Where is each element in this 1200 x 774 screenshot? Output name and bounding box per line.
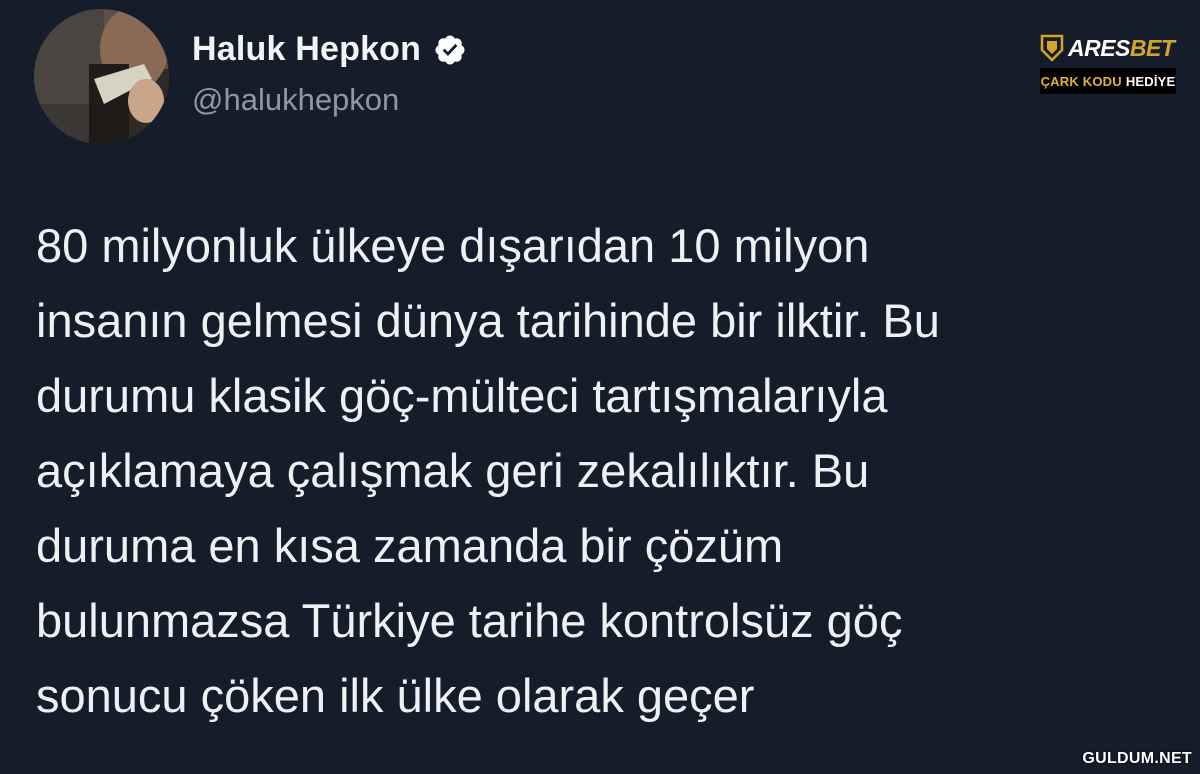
- author-display-name[interactable]: Haluk Hepkon: [192, 30, 421, 69]
- profile-avatar[interactable]: [34, 9, 169, 144]
- brand-name: ARESBET: [1068, 34, 1175, 62]
- brand-badge-part1: ÇARK KODU: [1040, 73, 1122, 89]
- tweet-text-line: insanın gelmesi dünya tarihinde bir ilkt…: [36, 294, 940, 347]
- avatar-photo: [34, 9, 169, 144]
- tweet-text-line: duruma en kısa zamanda bir çözüm: [36, 519, 784, 572]
- tweet-screenshot: Haluk Hepkon @halukhepkon ARESBET ÇARK K…: [0, 0, 1200, 774]
- brand-badge-part2: HEDİYE: [1125, 73, 1176, 89]
- verified-badge-icon: [433, 33, 467, 67]
- brand-wordmark: ARESBET: [1040, 33, 1180, 63]
- tweet-text-line: açıklamaya çalışmak geri zekalılıktır. B…: [36, 444, 870, 497]
- tweet-text-line: durumu klasik göç-mülteci tartışmalarıyl…: [36, 369, 888, 422]
- author-name-row: Haluk Hepkon: [192, 30, 467, 69]
- tweet-text-line: 80 milyonluk ülkeye dışarıdan 10 milyon: [36, 219, 870, 272]
- tweet-text: 80 milyonluk ülkeye dışarıdan 10 milyon …: [36, 208, 1176, 733]
- brand-name-part1: ARES: [1068, 34, 1130, 61]
- tweet-text-line: bulunmazsa Türkiye tarihe kontrolsüz göç: [36, 594, 903, 647]
- tweet-text-line: sonucu çöken ilk ülke olarak geçer: [36, 669, 755, 722]
- shield-logo-icon: [1040, 34, 1064, 62]
- brand-badge: ÇARK KODU HEDİYE: [1040, 68, 1176, 94]
- site-watermark: GULDUM.NET: [1082, 750, 1192, 767]
- ad-brand-logo[interactable]: ARESBET ÇARK KODU HEDİYE: [1040, 33, 1180, 94]
- brand-name-part2: BET: [1129, 34, 1175, 61]
- author-handle[interactable]: @halukhepkon: [192, 82, 399, 118]
